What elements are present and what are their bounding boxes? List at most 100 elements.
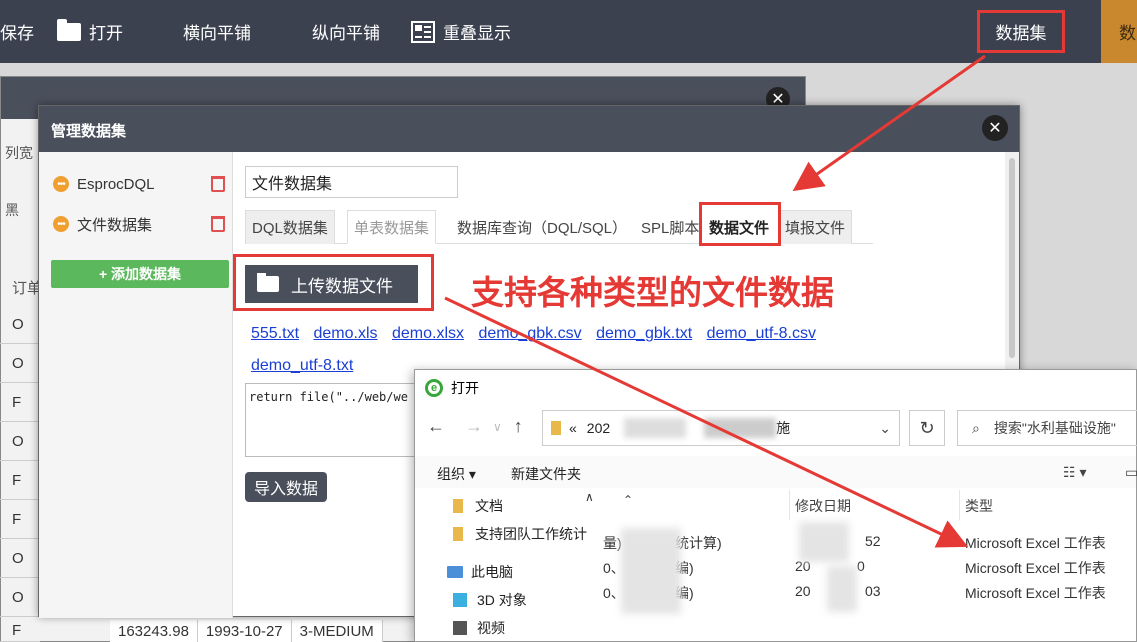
tile-horizontal-button[interactable]: 横向平铺 bbox=[153, 0, 251, 63]
annotation-caption: 支持各种类型的文件数据 bbox=[471, 274, 834, 311]
chevron-down-icon[interactable]: ⌄ bbox=[879, 420, 891, 437]
command-bar: 组织 ▾ 新建文件夹 ☷ ▾ ▭ bbox=[415, 456, 1137, 488]
column-separator bbox=[789, 490, 790, 520]
tab-label: SPL脚本 bbox=[641, 219, 700, 237]
file-type: Microsoft Excel 工作表 bbox=[965, 585, 1106, 601]
dialog-title: 管理数据集 bbox=[51, 123, 127, 140]
tab-db-query[interactable]: 数据库查询（DQL/SQL） bbox=[451, 210, 633, 244]
address-prefix: « bbox=[569, 420, 577, 436]
tile-vertical-button[interactable]: 纵向平铺 bbox=[282, 0, 380, 63]
tab-dql[interactable]: DQL数据集 bbox=[245, 210, 335, 244]
close-icon[interactable]: ✕ bbox=[982, 115, 1008, 141]
redisplay-button[interactable]: 重叠显示 bbox=[411, 0, 511, 63]
script-editor[interactable]: return file("../web/we bbox=[245, 383, 425, 457]
chevron-up-icon[interactable]: ∧ bbox=[585, 490, 594, 504]
tab-spl-script[interactable]: SPL脚本 bbox=[635, 210, 705, 244]
nav-item-label: 支持团队工作统计 bbox=[475, 526, 587, 542]
tile-vertical-icon bbox=[282, 21, 304, 43]
table-cell: O bbox=[0, 578, 40, 617]
open-dialog-title-text: 打开 bbox=[451, 380, 479, 396]
computer-icon bbox=[447, 566, 463, 578]
folder-open-icon bbox=[57, 18, 81, 41]
dataset-dot-icon: ••• bbox=[53, 176, 69, 192]
tab-label: 数据库查询（DQL/SQL） bbox=[457, 219, 628, 237]
file-date-suffix: 52 bbox=[865, 533, 881, 549]
table-cell: 163243.98 bbox=[110, 620, 198, 642]
trash-icon[interactable] bbox=[211, 216, 225, 232]
upload-label: 上传数据文件 bbox=[291, 276, 393, 296]
upload-data-file-button[interactable]: 上传数据文件 bbox=[245, 265, 418, 303]
file-date: 20 bbox=[795, 583, 811, 599]
file-date-suffix: 03 bbox=[865, 583, 881, 599]
sidebar-item-label: 文件数据集 bbox=[77, 216, 153, 234]
table-row: 163243.98 1993-10-27 3-MEDIUM bbox=[110, 620, 383, 642]
add-dataset-button[interactable]: + 添加数据集 bbox=[51, 260, 229, 288]
bg-black-label: 黑 bbox=[5, 202, 19, 218]
privacy-blur bbox=[621, 528, 681, 614]
dataset-button[interactable]: 数据集 bbox=[977, 10, 1065, 53]
view-options-icon[interactable]: ☷ ▾ bbox=[1063, 464, 1086, 481]
file-link[interactable]: demo_utf-8.txt bbox=[251, 357, 353, 374]
nav-item-support-team[interactable]: 支持团队工作统计 bbox=[453, 524, 587, 544]
file-link[interactable]: demo_gbk.txt bbox=[596, 325, 692, 342]
redisplay-label: 重叠显示 bbox=[443, 24, 511, 43]
sidebar-item-esprocdql[interactable]: ••• EsprocDQL bbox=[53, 170, 225, 198]
dataset-label: 数据集 bbox=[995, 24, 1047, 43]
back-icon[interactable]: ← bbox=[427, 416, 445, 437]
sort-arrow-icon: ⌃ bbox=[623, 493, 634, 507]
column-header-type[interactable]: 类型 bbox=[965, 488, 993, 524]
chevron-down-icon[interactable]: ∨ bbox=[493, 420, 502, 437]
open-label: 打开 bbox=[89, 24, 123, 43]
nav-item-this-pc[interactable]: 此电脑 bbox=[447, 562, 513, 582]
file-link[interactable]: 555.txt bbox=[251, 325, 299, 342]
table-cell: O bbox=[0, 539, 40, 578]
new-folder-button[interactable]: 新建文件夹 bbox=[511, 464, 581, 484]
tab-fill-file[interactable]: 填报文件 bbox=[778, 210, 853, 244]
file-link[interactable]: demo.xls bbox=[313, 325, 377, 342]
refresh-icon[interactable]: ↻ bbox=[909, 410, 945, 446]
cube-icon bbox=[453, 593, 467, 607]
table-cell: F bbox=[0, 461, 40, 500]
column-separator bbox=[959, 490, 960, 520]
nav-pane-scrollbar[interactable]: ∧ bbox=[581, 488, 599, 642]
table-cell: O bbox=[0, 422, 40, 461]
tile-horizontal-label: 横向平铺 bbox=[183, 24, 251, 43]
address-bar[interactable]: « 202 施 ⌄ bbox=[542, 410, 900, 446]
nav-item-videos[interactable]: 视频 bbox=[453, 618, 505, 638]
dataset-sidebar: ••• EsprocDQL ••• 文件数据集 + 添加数据集 bbox=[39, 152, 233, 618]
add-dataset-label: + 添加数据集 bbox=[98, 266, 182, 282]
search-placeholder: 搜索"水利基础设施" bbox=[993, 420, 1116, 436]
sidebar-item-file-dataset[interactable]: ••• 文件数据集 bbox=[53, 210, 225, 238]
forward-icon[interactable]: → bbox=[465, 416, 483, 437]
scrollbar-thumb[interactable] bbox=[1009, 158, 1015, 358]
dialog-header: 管理数据集 bbox=[39, 106, 1019, 152]
open-button[interactable]: 打开 bbox=[57, 0, 123, 63]
file-name: 量) bbox=[603, 535, 622, 551]
file-link[interactable]: demo_gbk.csv bbox=[478, 325, 581, 342]
dataset-name-input[interactable] bbox=[245, 166, 458, 198]
nav-item-label: 此电脑 bbox=[471, 564, 513, 580]
tile-vertical-label: 纵向平铺 bbox=[312, 24, 380, 43]
tab-label: DQL数据集 bbox=[252, 220, 328, 237]
address-end: 施 bbox=[776, 420, 791, 436]
search-input[interactable]: ⌕ 搜索"水利基础设施" bbox=[957, 410, 1137, 446]
search-icon: ⌕ bbox=[972, 419, 980, 436]
toolbar-orange-button[interactable]: 数 bbox=[1101, 0, 1137, 63]
column-header-modified[interactable]: 修改日期 bbox=[795, 488, 851, 524]
trash-icon[interactable] bbox=[211, 176, 225, 192]
nav-item-documents[interactable]: 文档 bbox=[453, 496, 503, 516]
cascade-icon bbox=[411, 20, 435, 43]
save-label: 保存 bbox=[0, 24, 34, 43]
up-icon[interactable]: ↑ bbox=[514, 416, 523, 437]
nav-item-3d-objects[interactable]: 3D 对象 bbox=[453, 590, 527, 610]
import-data-button[interactable]: 导入数据 bbox=[245, 472, 327, 502]
file-link[interactable]: demo_utf-8.csv bbox=[707, 325, 816, 342]
preview-pane-icon[interactable]: ▭ bbox=[1125, 464, 1137, 481]
table-cell: 1993-10-27 bbox=[198, 620, 292, 642]
save-button[interactable]: 保存 bbox=[0, 0, 34, 63]
file-link[interactable]: demo.xlsx bbox=[392, 325, 464, 342]
data-file-tab-highlight bbox=[699, 202, 781, 246]
folder-icon bbox=[453, 499, 463, 513]
tab-single-table[interactable]: 单表数据集 bbox=[347, 210, 437, 244]
organize-button[interactable]: 组织 ▾ bbox=[437, 464, 476, 484]
